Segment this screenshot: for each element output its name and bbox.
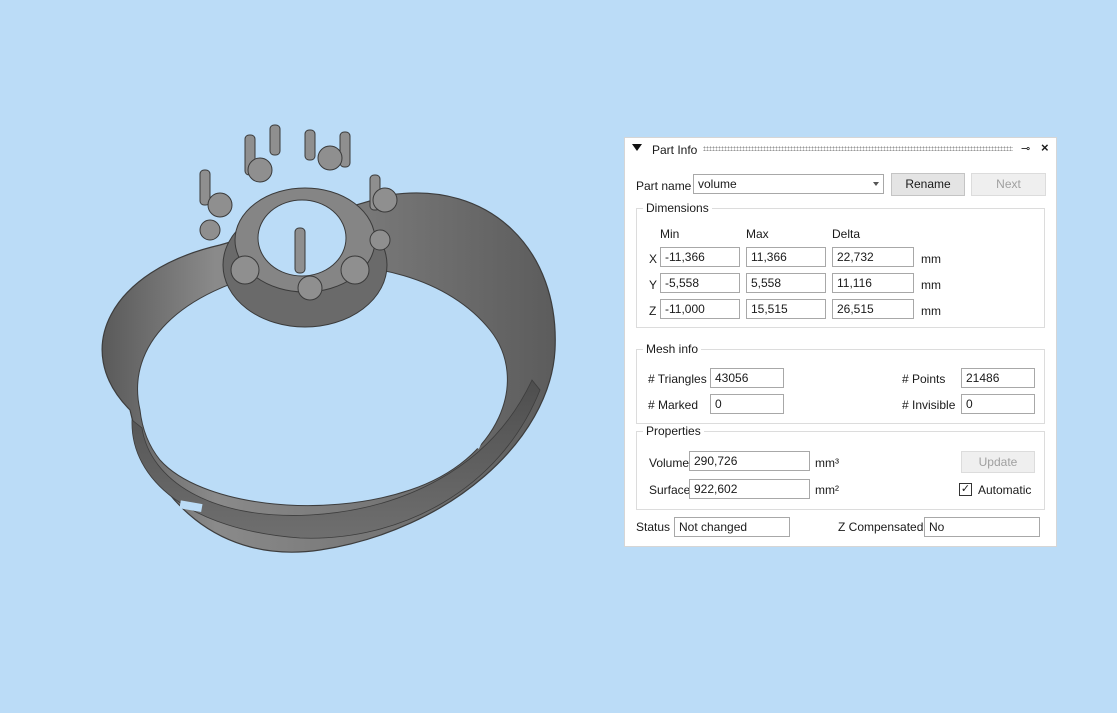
properties-group: Properties Volume 290,726 mm³ Update Sur… [636,424,1045,510]
part-name-combobox[interactable]: volume [693,174,884,194]
close-icon[interactable]: × [1041,140,1049,155]
chevron-down-icon[interactable] [873,182,879,186]
marked-label: # Marked [648,398,699,412]
axis-x-label: X [649,252,658,266]
automatic-label: Automatic [978,483,1032,497]
z-min-field[interactable]: -11,000 [660,299,740,319]
rename-button[interactable]: Rename [891,173,965,196]
invisible-label: # Invisible [902,398,956,412]
mesh-info-group: Mesh info # Triangles 43056 # Points 214… [636,342,1045,424]
z-unit-label: mm [921,304,941,318]
y-max-field[interactable]: 5,558 [746,273,826,293]
triangle-down-icon[interactable] [632,144,642,151]
panel-titlebar[interactable]: Part Info ⊸ × [625,138,1056,160]
next-button[interactable]: Next [971,173,1046,196]
x-delta-field[interactable]: 22,732 [832,247,914,267]
panel-title: Part Info [652,143,698,157]
triangles-label: # Triangles [648,372,707,386]
y-unit-label: mm [921,278,941,292]
invisible-field[interactable]: 0 [961,394,1035,414]
z-delta-field[interactable]: 26,515 [832,299,914,319]
x-min-field[interactable]: -11,366 [660,247,740,267]
triangles-field[interactable]: 43056 [710,368,784,388]
status-label: Status [636,520,671,534]
axis-y-label: Y [649,278,658,292]
pin-icon[interactable]: ⊸ [1021,142,1030,155]
col-delta-header: Delta [832,227,861,241]
points-field[interactable]: 21486 [961,368,1035,388]
ring-3d-model[interactable] [70,110,570,560]
part-info-panel: Part Info ⊸ × Part name volume Rename Ne… [624,137,1057,547]
surface-unit: mm² [815,483,839,497]
col-min-header: Min [660,227,680,241]
volume-field[interactable]: 290,726 [689,451,810,471]
points-label: # Points [902,372,946,386]
y-min-field[interactable]: -5,558 [660,273,740,293]
dimensions-group: Dimensions Min Max Delta X -11,366 11,36… [636,201,1045,328]
volume-unit: mm³ [815,456,839,470]
volume-label: Volume [649,456,690,470]
surface-field[interactable]: 922,602 [689,479,810,499]
part-name-value: volume [698,177,737,191]
col-max-header: Max [746,227,769,241]
mesh-info-title: Mesh info [643,342,702,356]
y-delta-field[interactable]: 11,116 [832,273,914,293]
z-compensated-label: Z Compensated [838,520,924,534]
automatic-checkbox[interactable]: ✓ [959,483,972,496]
update-button[interactable]: Update [961,451,1035,473]
x-max-field[interactable]: 11,366 [746,247,826,267]
surface-label: Surface [649,483,691,497]
x-unit-label: mm [921,252,941,266]
dimensions-title: Dimensions [643,201,712,215]
status-field[interactable]: Not changed [674,517,790,537]
axis-z-label: Z [649,304,657,318]
properties-title: Properties [643,424,704,438]
z-max-field[interactable]: 15,515 [746,299,826,319]
marked-field[interactable]: 0 [710,394,784,414]
drag-grip[interactable] [703,146,1013,151]
part-name-label: Part name [636,179,692,193]
z-compensated-field[interactable]: No [924,517,1040,537]
